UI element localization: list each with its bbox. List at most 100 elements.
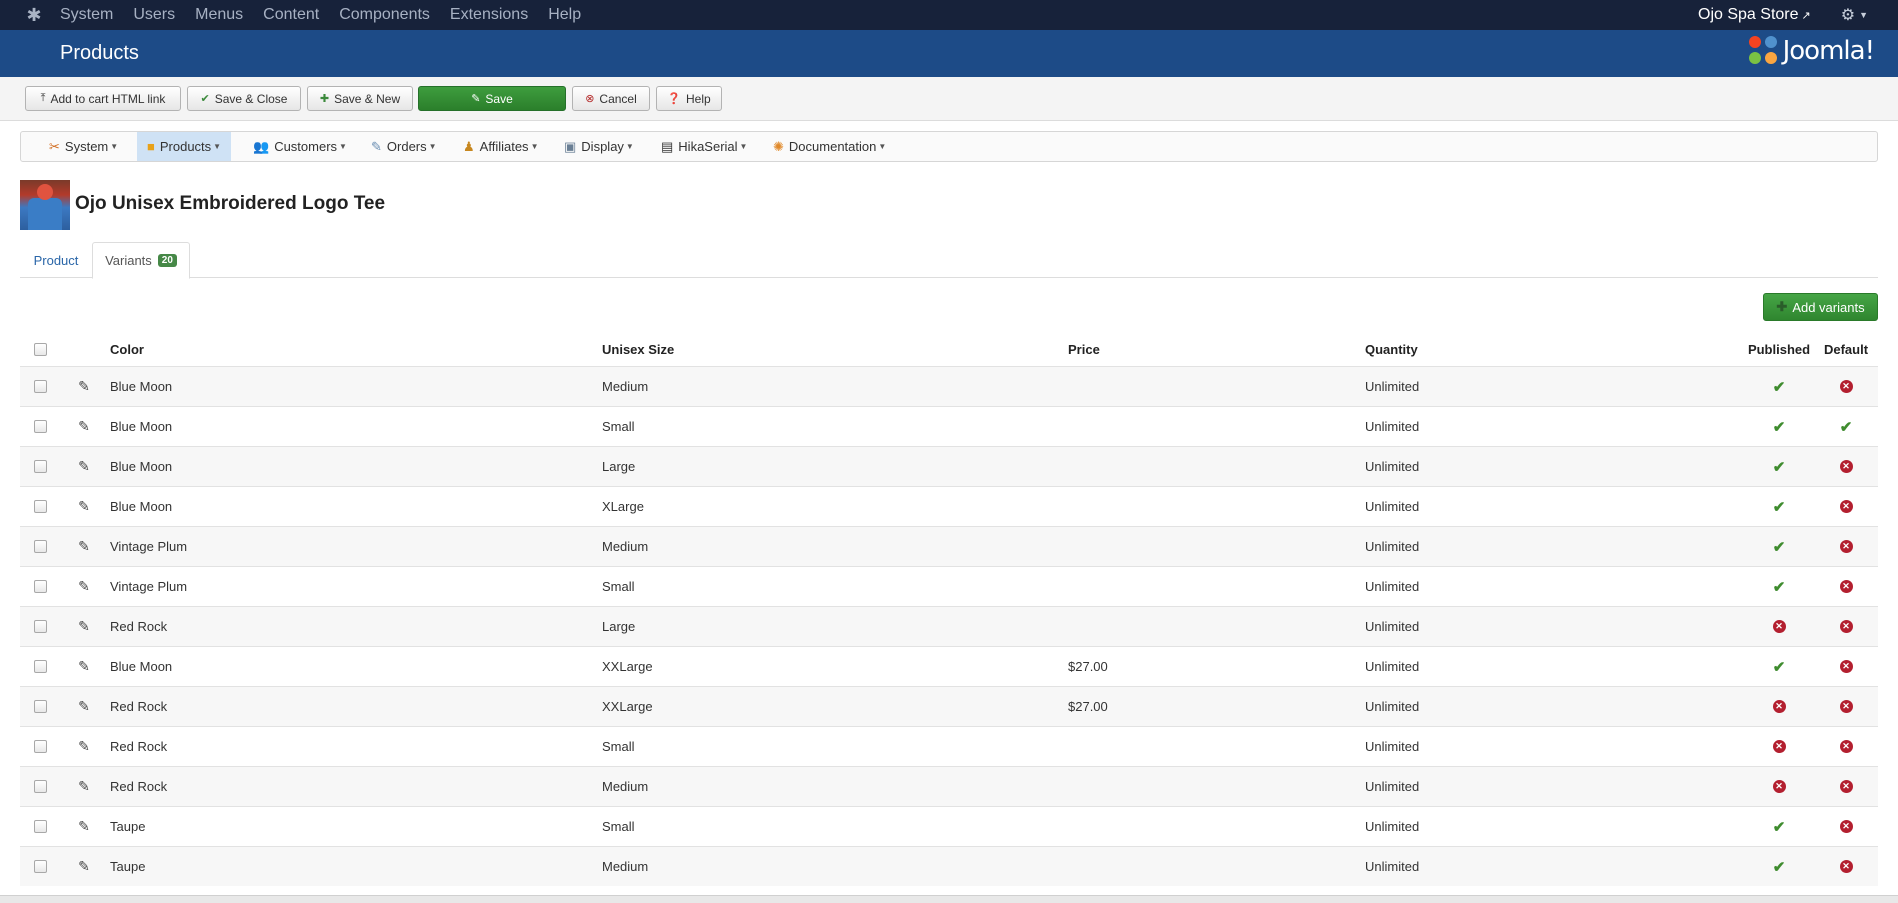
- edit-icon[interactable]: ✎: [74, 767, 94, 806]
- add-to-cart-html-link-button[interactable]: ⤒ Add to cart HTML link: [25, 86, 181, 111]
- default-check-icon[interactable]: ✔: [1821, 407, 1871, 446]
- unpublished-x-icon[interactable]: ✕: [1747, 687, 1811, 726]
- published-check-icon[interactable]: ✔: [1747, 487, 1811, 526]
- row-checkbox[interactable]: [32, 727, 48, 766]
- cell-color: Taupe: [110, 859, 146, 874]
- edit-icon[interactable]: ✎: [74, 807, 94, 846]
- menu-components[interactable]: Components: [339, 6, 430, 24]
- not-default-x-icon[interactable]: ✕: [1821, 447, 1871, 486]
- hika-menu-system[interactable]: ✂ System ▼: [49, 132, 118, 161]
- menu-help[interactable]: Help: [548, 6, 581, 24]
- row-checkbox[interactable]: [32, 487, 48, 526]
- published-check-icon[interactable]: ✔: [1747, 447, 1811, 486]
- gear-icon[interactable]: ⚙: [1841, 5, 1855, 25]
- published-check-icon[interactable]: ✔: [1747, 807, 1811, 846]
- not-default-x-icon[interactable]: ✕: [1821, 847, 1871, 886]
- cell-quantity: Unlimited: [1365, 819, 1420, 834]
- hika-menu-orders[interactable]: ✎ Orders ▼: [371, 132, 437, 161]
- hika-menu-customers[interactable]: 👥 Customers ▼: [253, 132, 347, 161]
- select-all-checkbox[interactable]: [32, 332, 48, 366]
- edit-icon[interactable]: ✎: [74, 567, 94, 606]
- col-published-header[interactable]: Published: [1747, 332, 1811, 366]
- published-check-icon[interactable]: ✔: [1747, 847, 1811, 886]
- edit-icon[interactable]: ✎: [74, 447, 94, 486]
- unpublished-x-icon[interactable]: ✕: [1747, 607, 1811, 646]
- published-check-icon[interactable]: ✔: [1747, 567, 1811, 606]
- row-checkbox[interactable]: [32, 647, 48, 686]
- edit-icon[interactable]: ✎: [74, 527, 94, 566]
- not-default-x-icon[interactable]: ✕: [1821, 767, 1871, 806]
- row-checkbox[interactable]: [32, 567, 48, 606]
- hika-menu-hikaserial[interactable]: ▤ HikaSerial ▼: [661, 132, 747, 161]
- not-default-x-icon[interactable]: ✕: [1821, 607, 1871, 646]
- cell-size: Small: [602, 419, 635, 434]
- published-check-icon[interactable]: ✔: [1747, 367, 1811, 406]
- hika-menu-products[interactable]: ■ Products ▼: [137, 132, 232, 161]
- not-default-x-icon[interactable]: ✕: [1821, 367, 1871, 406]
- row-checkbox[interactable]: [32, 807, 48, 846]
- hika-menu-affiliates[interactable]: ♟ Affiliates ▼: [463, 132, 538, 161]
- published-check-icon[interactable]: ✔: [1747, 407, 1811, 446]
- menu-users[interactable]: Users: [133, 6, 175, 24]
- edit-icon[interactable]: ✎: [74, 367, 94, 406]
- row-checkbox[interactable]: [32, 767, 48, 806]
- save-close-button[interactable]: ✔ Save & Close: [187, 86, 301, 111]
- row-checkbox[interactable]: [32, 687, 48, 726]
- menu-system[interactable]: System: [60, 6, 113, 24]
- not-default-x-icon[interactable]: ✕: [1821, 567, 1871, 606]
- unpublished-x-icon[interactable]: ✕: [1747, 727, 1811, 766]
- chevron-down-icon[interactable]: ▼: [1859, 10, 1868, 20]
- published-check-icon[interactable]: ✔: [1747, 647, 1811, 686]
- not-default-x-icon[interactable]: ✕: [1821, 647, 1871, 686]
- hika-menu-documentation[interactable]: ✺ Documentation ▼: [773, 132, 886, 161]
- edit-icon[interactable]: ✎: [74, 727, 94, 766]
- tab-variants-label: Variants: [105, 253, 152, 268]
- cancel-button[interactable]: ⊗ Cancel: [572, 86, 650, 111]
- cell-size: Large: [602, 459, 636, 474]
- menu-menus[interactable]: Menus: [195, 6, 243, 24]
- cell-size: Small: [602, 819, 635, 834]
- row-checkbox[interactable]: [32, 527, 48, 566]
- col-price-header[interactable]: Price: [1068, 332, 1100, 366]
- row-checkbox[interactable]: [32, 367, 48, 406]
- save-new-button[interactable]: ✚ Save & New: [307, 86, 413, 111]
- edit-icon[interactable]: ✎: [74, 607, 94, 646]
- col-quantity-header[interactable]: Quantity: [1365, 332, 1418, 366]
- col-color-header[interactable]: Color: [110, 332, 144, 366]
- save-button[interactable]: ✎ Save: [418, 86, 566, 111]
- row-checkbox[interactable]: [32, 607, 48, 646]
- variants-table: Color Unisex Size Price Quantity Publish…: [20, 332, 1878, 886]
- row-checkbox[interactable]: [32, 847, 48, 886]
- site-link[interactable]: Ojo Spa Store: [1698, 6, 1799, 24]
- edit-icon[interactable]: ✎: [74, 407, 94, 446]
- edit-icon[interactable]: ✎: [74, 687, 94, 726]
- cell-color: Red Rock: [110, 739, 168, 754]
- topbar-right: Ojo Spa Store ↗ ⚙ ▼: [1698, 0, 1868, 30]
- unpublished-x-icon[interactable]: ✕: [1747, 767, 1811, 806]
- plus-icon: ✚: [1776, 299, 1788, 314]
- not-default-x-icon[interactable]: ✕: [1821, 687, 1871, 726]
- tab-product[interactable]: Product: [20, 242, 92, 278]
- col-size-header[interactable]: Unisex Size: [602, 332, 674, 366]
- hika-menu-display-label: Display: [581, 139, 624, 154]
- col-default-header[interactable]: Default: [1821, 332, 1871, 366]
- menu-extensions[interactable]: Extensions: [450, 6, 528, 24]
- add-variants-button[interactable]: ✚ Add variants: [1763, 293, 1878, 321]
- row-checkbox[interactable]: [32, 447, 48, 486]
- caret-down-icon: ▼: [428, 142, 437, 151]
- joomla-logo-icon[interactable]: ✱: [24, 5, 44, 25]
- tab-variants[interactable]: Variants 20: [92, 242, 190, 279]
- not-default-x-icon[interactable]: ✕: [1821, 487, 1871, 526]
- published-check-icon[interactable]: ✔: [1747, 527, 1811, 566]
- edit-icon[interactable]: ✎: [74, 647, 94, 686]
- hika-menu-display[interactable]: ▣ Display ▼: [564, 132, 634, 161]
- help-button[interactable]: ❓ Help: [656, 86, 722, 111]
- edit-icon[interactable]: ✎: [74, 487, 94, 526]
- edit-icon[interactable]: ✎: [74, 847, 94, 886]
- row-checkbox[interactable]: [32, 407, 48, 446]
- not-default-x-icon[interactable]: ✕: [1821, 527, 1871, 566]
- not-default-x-icon[interactable]: ✕: [1821, 807, 1871, 846]
- table-row: ✎ Blue Moon Medium Unlimited ✔ ✕: [20, 366, 1878, 406]
- not-default-x-icon[interactable]: ✕: [1821, 727, 1871, 766]
- menu-content[interactable]: Content: [263, 6, 319, 24]
